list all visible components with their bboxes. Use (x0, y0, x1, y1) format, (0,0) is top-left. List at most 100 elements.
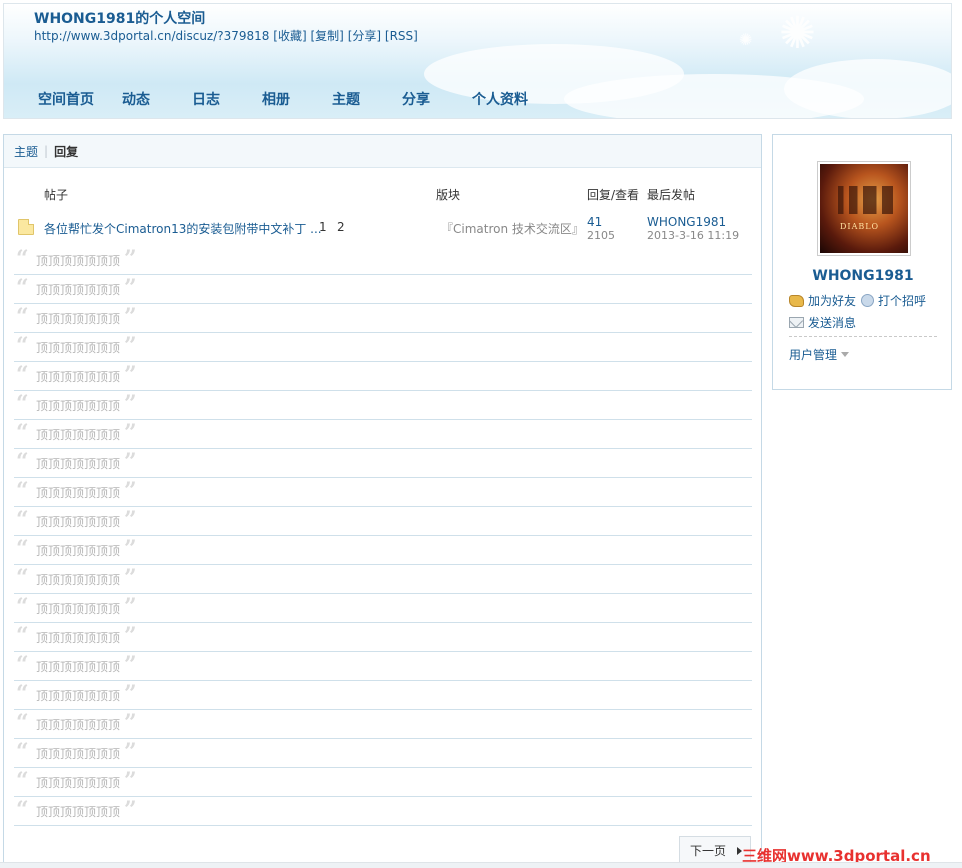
close-quote-icon: ” (124, 710, 137, 736)
thread-page-2[interactable]: 2 (337, 220, 345, 234)
avatar[interactable]: DIABLO (817, 161, 911, 256)
reply-quote-text[interactable]: 顶顶顶顶顶顶顶 (36, 252, 120, 269)
close-quote-icon: ” (124, 449, 137, 475)
thread-title-link[interactable]: 各位帮忙发个Cimatron13的安装包附带中文补丁 ... (44, 220, 322, 237)
close-quote-icon: ” (124, 478, 137, 504)
list-item: “ 顶顶顶顶顶顶顶” (14, 362, 752, 391)
nav-share[interactable]: 分享 (388, 89, 458, 109)
reply-quote-text[interactable]: 顶顶顶顶顶顶顶 (36, 600, 120, 617)
add-friend-button[interactable]: 加为好友 (789, 292, 856, 309)
reply-quote-text[interactable]: 顶顶顶顶顶顶顶 (36, 687, 120, 704)
open-quote-icon: “ (16, 304, 29, 330)
reply-quote-text[interactable]: 顶顶顶顶顶顶顶 (36, 542, 120, 559)
tab-separator: | (44, 144, 49, 158)
reply-quote-text[interactable]: 顶顶顶顶顶顶顶 (36, 368, 120, 385)
tab-replies[interactable]: 回复 (54, 143, 78, 160)
handshake-icon (789, 294, 804, 307)
list-item: “ 顶顶顶顶顶顶顶” (14, 739, 752, 768)
share-link[interactable]: [分享] (348, 29, 381, 43)
sidebar-username[interactable]: WHONG1981 (773, 268, 953, 284)
reply-quote-text[interactable]: 顶顶顶顶顶顶顶 (36, 629, 120, 646)
column-post: 帖子 (44, 188, 69, 202)
user-manage-label: 用户管理 (789, 348, 838, 362)
reply-quote-text[interactable]: 顶顶顶顶顶顶顶 (36, 716, 120, 733)
close-quote-icon: ” (124, 797, 137, 823)
horizontal-scrollbar[interactable] (0, 862, 962, 868)
tab-threads[interactable]: 主题 (14, 143, 38, 160)
list-item: “ 顶顶顶顶顶顶顶” (14, 333, 752, 362)
nav-profile[interactable]: 个人资料 (458, 89, 542, 109)
space-title: WHONG1981的个人空间 (34, 11, 206, 27)
bookmark-link[interactable]: [收藏] (273, 29, 306, 43)
sidebar-divider (789, 336, 937, 337)
nav-threads[interactable]: 主题 (318, 89, 388, 109)
main-panel: 主题 | 回复 帖子 版块 回复/查看 最后发帖 各位帮忙发个Cimatron1… (3, 134, 762, 868)
reply-quote-text[interactable]: 顶顶顶顶顶顶顶 (36, 513, 120, 530)
reply-quote-text[interactable]: 顶顶顶顶顶顶顶 (36, 339, 120, 356)
reply-quote-text[interactable]: 顶顶顶顶顶顶顶 (36, 281, 120, 298)
greet-button[interactable]: 打个招呼 (861, 292, 926, 309)
open-quote-icon: “ (16, 391, 29, 417)
list-item: “ 顶顶顶顶顶顶顶” (14, 246, 752, 275)
open-quote-icon: “ (16, 362, 29, 388)
chevron-down-icon (841, 352, 850, 357)
table-row: 各位帮忙发个Cimatron13的安装包附带中文补丁 ... 1 2 『Cima… (4, 215, 761, 249)
list-item: “ 顶顶顶顶顶顶顶” (14, 710, 752, 739)
column-last-post: 最后发帖 (647, 188, 696, 202)
close-quote-icon: ” (124, 246, 137, 272)
reply-quote-text[interactable]: 顶顶顶顶顶顶顶 (36, 397, 120, 414)
space-url[interactable]: http://www.3dportal.cn/discuz/?379818 (34, 29, 269, 43)
cloud-decoration (784, 59, 951, 118)
list-item: “ 顶顶顶顶顶顶顶” (14, 681, 752, 710)
rss-link[interactable]: [RSS] (385, 29, 418, 43)
next-page-button[interactable]: 下一页 (679, 836, 751, 864)
copy-link[interactable]: [复制] (310, 29, 343, 43)
reply-quote-text[interactable]: 顶顶顶顶顶顶顶 (36, 803, 120, 820)
close-quote-icon: ” (124, 420, 137, 446)
close-quote-icon: ” (124, 681, 137, 707)
list-item: “ 顶顶顶顶顶顶顶” (14, 652, 752, 681)
open-quote-icon: “ (16, 594, 29, 620)
reply-quote-text[interactable]: 顶顶顶顶顶顶顶 (36, 658, 120, 675)
user-sidebar: DIABLO WHONG1981 加为好友 打个招呼 发送消息 用户管理 (772, 134, 952, 390)
nav-blog[interactable]: 日志 (178, 89, 248, 109)
nav-album[interactable]: 相册 (248, 89, 318, 109)
mail-icon (789, 317, 804, 328)
space-header: ✺ ✺ WHONG1981的个人空间 http://www.3dportal.c… (3, 3, 952, 119)
list-item: “ 顶顶顶顶顶顶顶” (14, 478, 752, 507)
send-message-button[interactable]: 发送消息 (789, 314, 856, 331)
reply-quote-text[interactable]: 顶顶顶顶顶顶顶 (36, 455, 120, 472)
close-quote-icon: ” (124, 536, 137, 562)
user-manage-dropdown[interactable]: 用户管理 (789, 346, 850, 363)
open-quote-icon: “ (16, 420, 29, 446)
reply-quote-text[interactable]: 顶顶顶顶顶顶顶 (36, 745, 120, 762)
list-item: “ 顶顶顶顶顶顶顶” (14, 797, 752, 826)
thread-page-1[interactable]: 1 (319, 220, 327, 234)
greet-label: 打个招呼 (878, 294, 927, 308)
nav-feed[interactable]: 动态 (108, 89, 178, 109)
reply-quote-text[interactable]: 顶顶顶顶顶顶顶 (36, 484, 120, 501)
close-quote-icon: ” (124, 739, 137, 765)
reply-quote-text[interactable]: 顶顶顶顶顶顶顶 (36, 571, 120, 588)
open-quote-icon: “ (16, 623, 29, 649)
thread-forum-link[interactable]: 『Cimatron 技术交流区』 (441, 220, 584, 237)
list-item: “ 顶顶顶顶顶顶顶” (14, 275, 752, 304)
open-quote-icon: “ (16, 652, 29, 678)
tab-bar: 主题 | 回复 (4, 135, 761, 168)
add-friend-label: 加为好友 (808, 294, 857, 308)
open-quote-icon: “ (16, 681, 29, 707)
next-page-label: 下一页 (690, 843, 727, 858)
nav-home[interactable]: 空间首页 (24, 89, 108, 109)
greet-icon (861, 294, 874, 307)
reply-quote-text[interactable]: 顶顶顶顶顶顶顶 (36, 310, 120, 327)
list-item: “ 顶顶顶顶顶顶顶” (14, 449, 752, 478)
open-quote-icon: “ (16, 449, 29, 475)
list-item: “ 顶顶顶顶顶顶顶” (14, 565, 752, 594)
open-quote-icon: “ (16, 507, 29, 533)
last-post-time: 2013-3-16 11:19 (647, 229, 740, 242)
reply-quote-text[interactable]: 顶顶顶顶顶顶顶 (36, 426, 120, 443)
close-quote-icon: ” (124, 304, 137, 330)
reply-quote-text[interactable]: 顶顶顶顶顶顶顶 (36, 774, 120, 791)
last-post-user-link[interactable]: WHONG1981 (647, 215, 726, 229)
open-quote-icon: “ (16, 333, 29, 359)
